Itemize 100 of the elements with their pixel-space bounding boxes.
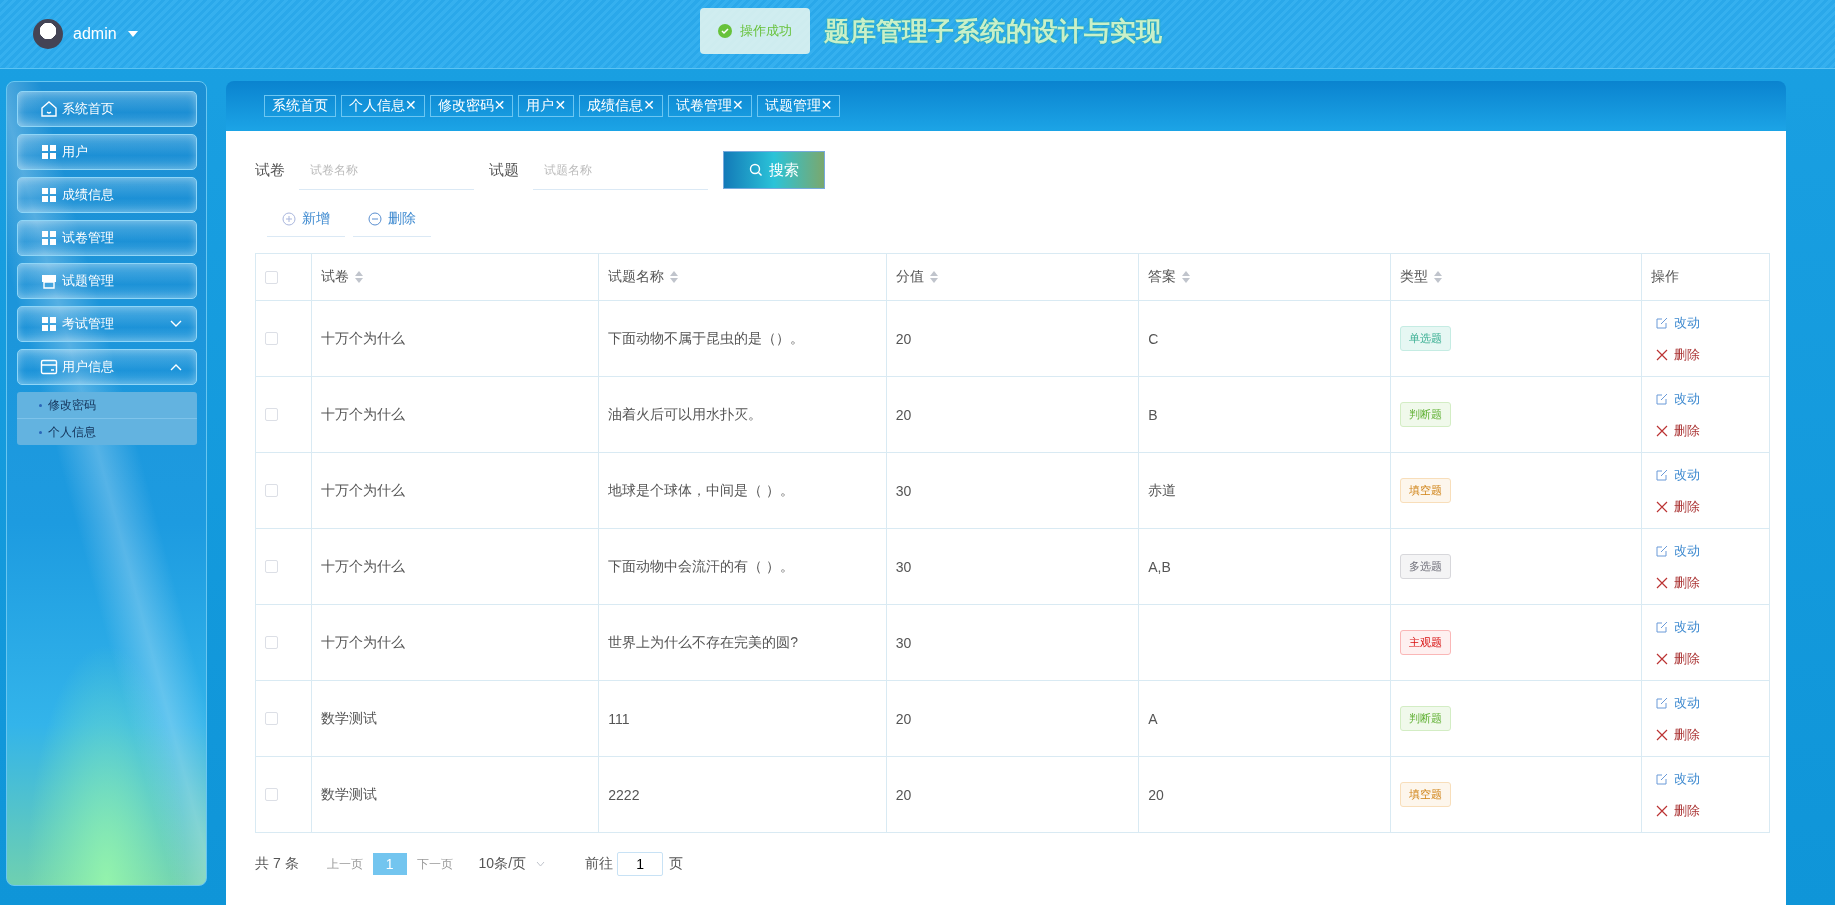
caret-icon[interactable] [126, 30, 139, 38]
delete-link[interactable]: 删除 [1655, 573, 1760, 592]
delete-link[interactable]: 删除 [1655, 725, 1760, 744]
table-cell: A,B [1148, 558, 1171, 575]
card-icon [39, 358, 58, 376]
checkbox[interactable] [265, 270, 278, 284]
check-circle-icon [718, 24, 732, 38]
type-tag: 主观题 [1399, 630, 1451, 655]
delete-link[interactable]: 删除 [1655, 801, 1760, 820]
table-cell: 十万个为什么 [320, 557, 405, 574]
close-icon [1655, 348, 1668, 361]
tab[interactable]: 系统首页 [264, 95, 336, 117]
close-icon [1655, 652, 1668, 665]
column-header: 类型 [1399, 268, 1428, 286]
sort-icon[interactable] [354, 271, 363, 283]
submenu-item[interactable]: 修改密码 [16, 392, 197, 419]
close-icon [1655, 424, 1668, 437]
minus-circle-icon [368, 211, 382, 226]
table-cell: 十万个为什么 [320, 329, 405, 346]
page-size-select[interactable]: 10条/页 [478, 855, 546, 873]
sidebar-item[interactable]: 成绩信息 [16, 177, 197, 213]
edit-link[interactable]: 改动 [1655, 465, 1760, 484]
type-tag: 判断题 [1399, 402, 1451, 427]
checkbox[interactable] [265, 712, 278, 725]
sidebar-item-label: 成绩信息 [61, 186, 115, 204]
table-cell: 30 [895, 634, 912, 651]
sidebar-item-label: 用户 [61, 143, 89, 161]
table-cell: 20 [1148, 786, 1164, 803]
chevron-down-icon [536, 861, 546, 867]
delete-link[interactable]: 删除 [1655, 345, 1760, 364]
search-button[interactable]: 搜索 [723, 151, 825, 189]
edit-icon [1655, 696, 1668, 709]
sidebar-item[interactable]: 考试管理 [16, 306, 197, 342]
tab[interactable]: 修改密码✕ [429, 95, 514, 117]
avatar[interactable] [33, 19, 63, 49]
checkbox[interactable] [265, 408, 278, 421]
table-cell: 20 [895, 786, 912, 803]
sidebar-item[interactable]: 用户信息 [16, 349, 197, 385]
table-cell: 下面动物不属于昆虫的是（）。 [608, 329, 805, 346]
grid-icon [39, 315, 58, 333]
user-name[interactable]: admin [73, 25, 117, 43]
sidebar-item[interactable]: 系统首页 [16, 91, 197, 127]
tab[interactable]: 试题管理✕ [756, 95, 841, 117]
goto-label: 前往 [585, 855, 614, 873]
tab[interactable]: 个人信息✕ [341, 95, 425, 117]
sidebar-item[interactable]: 试卷管理 [16, 220, 197, 256]
tab[interactable]: 用户✕ [518, 95, 575, 117]
close-icon [1655, 500, 1668, 513]
type-tag: 多选题 [1399, 554, 1451, 579]
table-cell: 赤道 [1148, 481, 1177, 498]
total-count: 共 7 条 [255, 855, 299, 873]
column-header: 试卷 [320, 268, 349, 286]
checkbox[interactable] [265, 484, 278, 497]
table-cell: 数学测试 [320, 709, 377, 726]
sort-icon[interactable] [929, 271, 938, 283]
delete-link[interactable]: 删除 [1655, 421, 1760, 440]
sidebar-item[interactable]: 试题管理 [16, 263, 197, 299]
plus-circle-icon [282, 211, 296, 226]
sort-icon[interactable] [1433, 271, 1442, 283]
table-cell: A [1148, 710, 1158, 727]
edit-link[interactable]: 改动 [1655, 769, 1760, 788]
edit-link[interactable]: 改动 [1655, 389, 1760, 408]
close-icon [1655, 576, 1668, 589]
page-input[interactable]: 1 [617, 852, 664, 876]
checkbox[interactable] [265, 636, 278, 649]
edit-link[interactable]: 改动 [1655, 313, 1760, 332]
page-suffix: 页 [669, 855, 684, 873]
sort-icon[interactable] [1182, 271, 1191, 283]
delete-link[interactable]: 删除 [1655, 497, 1760, 516]
edit-link[interactable]: 改动 [1655, 541, 1760, 560]
edit-icon [1655, 316, 1668, 329]
tab[interactable]: 试卷管理✕ [667, 95, 752, 117]
table-cell: 20 [895, 330, 912, 347]
submenu-item[interactable]: 个人信息 [16, 419, 197, 445]
table-cell: 30 [895, 558, 912, 575]
table-cell: 20 [895, 406, 912, 423]
checkbox[interactable] [265, 788, 278, 801]
prev-page-button[interactable]: 上一页 [316, 855, 373, 873]
edit-link[interactable]: 改动 [1655, 693, 1760, 712]
search-icon [749, 163, 763, 177]
checkbox[interactable] [265, 332, 278, 345]
edit-link[interactable]: 改动 [1655, 617, 1760, 636]
table-cell: 数学测试 [320, 785, 377, 802]
table-cell: 20 [895, 710, 912, 727]
close-icon [1655, 804, 1668, 817]
column-header: 试题名称 [608, 268, 665, 286]
close-icon [1655, 728, 1668, 741]
table-cell: C [1148, 330, 1159, 347]
store-icon [39, 272, 58, 290]
delete-link[interactable]: 删除 [1655, 649, 1760, 668]
table-cell: B [1148, 406, 1158, 423]
checkbox[interactable] [265, 560, 278, 573]
edit-icon [1655, 620, 1668, 633]
sidebar-item[interactable]: 用户 [16, 134, 197, 170]
table-cell: 十万个为什么 [320, 633, 405, 650]
grid-icon [39, 186, 58, 204]
next-page-button[interactable]: 下一页 [406, 855, 463, 873]
tab[interactable]: 成绩信息✕ [579, 95, 663, 117]
sort-icon[interactable] [670, 271, 679, 283]
sidebar-item-label: 试卷管理 [61, 229, 115, 247]
